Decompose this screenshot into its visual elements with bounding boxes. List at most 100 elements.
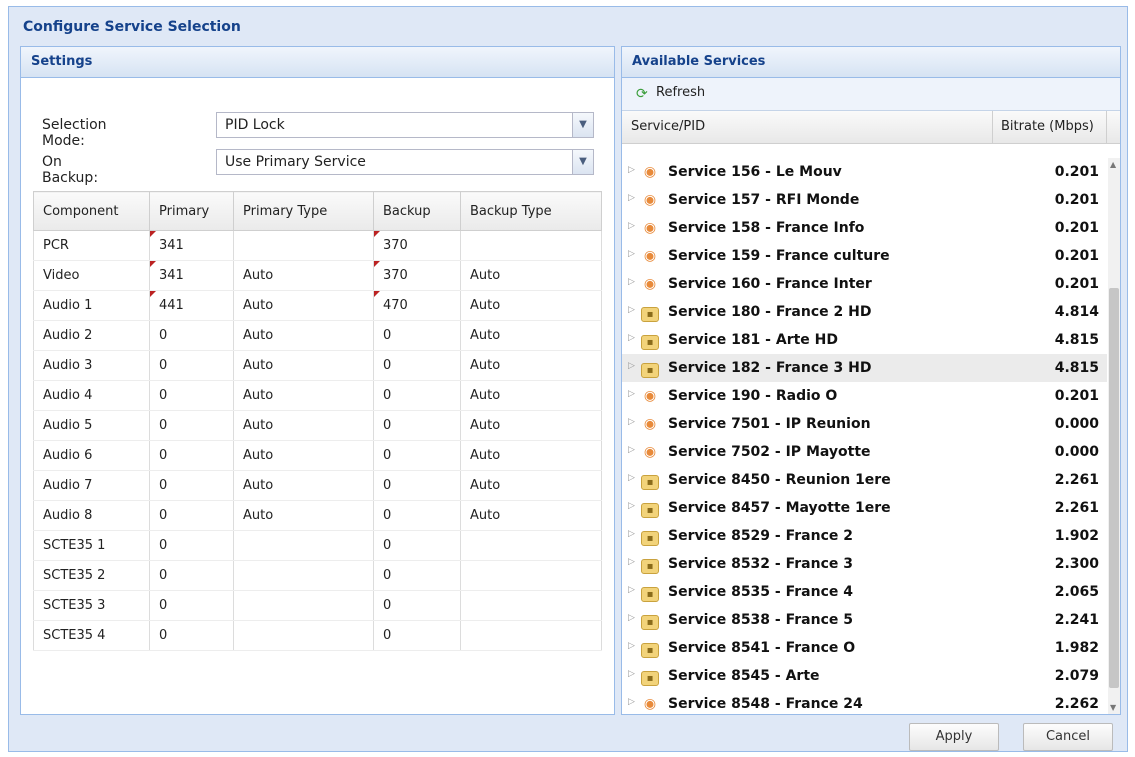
- primary-type-cell[interactable]: Auto: [233, 410, 374, 441]
- primary-type-cell[interactable]: Auto: [233, 350, 374, 381]
- service-row[interactable]: ▷ ◉ Service 157 - RFI Monde 0.201: [622, 186, 1107, 214]
- service-row[interactable]: ▷ ▪ Service 8535 - France 4 2.065: [622, 578, 1107, 606]
- expand-arrow-icon[interactable]: ▷: [628, 361, 635, 371]
- backup-cell[interactable]: 0: [373, 500, 461, 531]
- expand-arrow-icon[interactable]: ▷: [628, 333, 635, 343]
- column-header-bitrate[interactable]: Bitrate (Mbps): [1001, 119, 1094, 134]
- backup-type-cell[interactable]: [460, 530, 602, 561]
- expand-arrow-icon[interactable]: ▷: [628, 277, 635, 287]
- scroll-up-icon[interactable]: ▲: [1110, 160, 1116, 169]
- backup-cell[interactable]: 0: [373, 440, 461, 471]
- table-row[interactable]: Audio 4 0 Auto 0 Auto: [33, 380, 602, 411]
- chevron-down-icon[interactable]: ▼: [572, 113, 593, 137]
- table-row[interactable]: SCTE35 400: [33, 620, 602, 651]
- primary-cell[interactable]: 0: [149, 590, 234, 621]
- primary-type-cell[interactable]: Auto: [233, 500, 374, 531]
- column-header-service-pid[interactable]: Service/PID: [631, 119, 705, 134]
- service-row[interactable]: ▷ ▪ Service 182 - France 3 HD 4.815: [622, 354, 1107, 382]
- table-row[interactable]: Audio 2 0 Auto 0 Auto: [33, 320, 602, 351]
- scroll-down-icon[interactable]: ▼: [1110, 703, 1116, 712]
- service-row[interactable]: ▷ ◉ Service 160 - France Inter 0.201: [622, 270, 1107, 298]
- backup-cell[interactable]: 0: [373, 590, 461, 621]
- backup-type-cell[interactable]: Auto: [460, 470, 602, 501]
- expand-arrow-icon[interactable]: ▷: [628, 501, 635, 511]
- expand-arrow-icon[interactable]: ▷: [628, 613, 635, 623]
- table-row[interactable]: Audio 1 441 Auto 470 Auto: [33, 290, 602, 321]
- backup-cell[interactable]: 370: [373, 230, 461, 261]
- primary-cell[interactable]: 0: [149, 560, 234, 591]
- backup-type-cell[interactable]: Auto: [460, 290, 602, 321]
- primary-cell[interactable]: 341: [149, 260, 234, 291]
- service-row[interactable]: ▷ ▪ Service 8541 - France O 1.982: [622, 634, 1107, 662]
- service-row[interactable]: ▷ ▪ Service 8545 - Arte 2.079: [622, 662, 1107, 690]
- backup-type-cell[interactable]: [460, 590, 602, 621]
- backup-cell[interactable]: 0: [373, 560, 461, 591]
- table-row[interactable]: Audio 8 0 Auto 0 Auto: [33, 500, 602, 531]
- primary-type-cell[interactable]: [233, 230, 374, 261]
- table-row[interactable]: SCTE35 100: [33, 530, 602, 561]
- primary-type-cell[interactable]: Auto: [233, 290, 374, 321]
- backup-type-cell[interactable]: Auto: [460, 440, 602, 471]
- service-row[interactable]: ▷ ▪ Service 8529 - France 2 1.902: [622, 522, 1107, 550]
- backup-cell[interactable]: 0: [373, 410, 461, 441]
- primary-type-cell[interactable]: Auto: [233, 380, 374, 411]
- backup-type-cell[interactable]: [460, 230, 602, 261]
- service-row[interactable]: ▷ ◉ Service 8548 - France 24 2.262: [622, 690, 1107, 714]
- expand-arrow-icon[interactable]: ▷: [628, 529, 635, 539]
- backup-cell[interactable]: 0: [373, 380, 461, 411]
- primary-cell[interactable]: 0: [149, 500, 234, 531]
- backup-cell[interactable]: 0: [373, 470, 461, 501]
- primary-cell[interactable]: 441: [149, 290, 234, 321]
- primary-cell[interactable]: 0: [149, 530, 234, 561]
- expand-arrow-icon[interactable]: ▷: [628, 417, 635, 427]
- primary-cell[interactable]: 0: [149, 380, 234, 411]
- service-row[interactable]: ▷ ▪ Service 180 - France 2 HD 4.814: [622, 298, 1107, 326]
- service-row[interactable]: ▷ ▪ Service 8538 - France 5 2.241: [622, 606, 1107, 634]
- expand-arrow-icon[interactable]: ▷: [628, 249, 635, 259]
- expand-arrow-icon[interactable]: ▷: [628, 445, 635, 455]
- backup-cell[interactable]: 0: [373, 620, 461, 651]
- service-row[interactable]: ▷ ◉ Service 158 - France Info 0.201: [622, 214, 1107, 242]
- backup-type-cell[interactable]: Auto: [460, 380, 602, 411]
- chevron-down-icon[interactable]: ▼: [572, 150, 593, 174]
- backup-cell[interactable]: 370: [373, 260, 461, 291]
- column-header-primary-type[interactable]: Primary Type: [233, 191, 374, 231]
- primary-type-cell[interactable]: [233, 560, 374, 591]
- column-header-component[interactable]: Component: [33, 191, 150, 231]
- apply-button[interactable]: Apply: [909, 723, 999, 751]
- service-row[interactable]: ▷ ▪ Service 8532 - France 3 2.300: [622, 550, 1107, 578]
- cancel-button[interactable]: Cancel: [1023, 723, 1113, 751]
- selection-mode-combo[interactable]: PID Lock ▼: [216, 112, 594, 138]
- service-row[interactable]: ▷ ◉ Service 7501 - IP Reunion 0.000: [622, 410, 1107, 438]
- backup-type-cell[interactable]: Auto: [460, 260, 602, 291]
- on-backup-combo[interactable]: Use Primary Service ▼: [216, 149, 594, 175]
- scroll-thumb[interactable]: [1109, 288, 1119, 688]
- primary-type-cell[interactable]: Auto: [233, 320, 374, 351]
- backup-type-cell[interactable]: Auto: [460, 500, 602, 531]
- backup-type-cell[interactable]: Auto: [460, 410, 602, 441]
- backup-type-cell[interactable]: [460, 560, 602, 591]
- backup-type-cell[interactable]: Auto: [460, 350, 602, 381]
- table-row[interactable]: Audio 3 0 Auto 0 Auto: [33, 350, 602, 381]
- table-row[interactable]: Audio 5 0 Auto 0 Auto: [33, 410, 602, 441]
- expand-arrow-icon[interactable]: ▷: [628, 389, 635, 399]
- primary-type-cell[interactable]: Auto: [233, 470, 374, 501]
- table-row[interactable]: PCR 341 370: [33, 230, 602, 261]
- primary-cell[interactable]: 0: [149, 350, 234, 381]
- primary-type-cell[interactable]: [233, 590, 374, 621]
- backup-cell[interactable]: 0: [373, 320, 461, 351]
- table-row[interactable]: Audio 6 0 Auto 0 Auto: [33, 440, 602, 471]
- table-row[interactable]: Audio 7 0 Auto 0 Auto: [33, 470, 602, 501]
- expand-arrow-icon[interactable]: ▷: [628, 473, 635, 483]
- refresh-button[interactable]: Refresh: [656, 85, 705, 100]
- primary-cell[interactable]: 0: [149, 440, 234, 471]
- expand-arrow-icon[interactable]: ▷: [628, 221, 635, 231]
- column-header-primary[interactable]: Primary: [149, 191, 234, 231]
- column-header-backup[interactable]: Backup: [373, 191, 461, 231]
- service-row[interactable]: ▷ ◉ Service 190 - Radio O 0.201: [622, 382, 1107, 410]
- primary-type-cell[interactable]: [233, 620, 374, 651]
- primary-cell[interactable]: 0: [149, 320, 234, 351]
- table-row[interactable]: SCTE35 300: [33, 590, 602, 621]
- service-row[interactable]: ▷ ◉ Service 7502 - IP Mayotte 0.000: [622, 438, 1107, 466]
- expand-arrow-icon[interactable]: ▷: [628, 305, 635, 315]
